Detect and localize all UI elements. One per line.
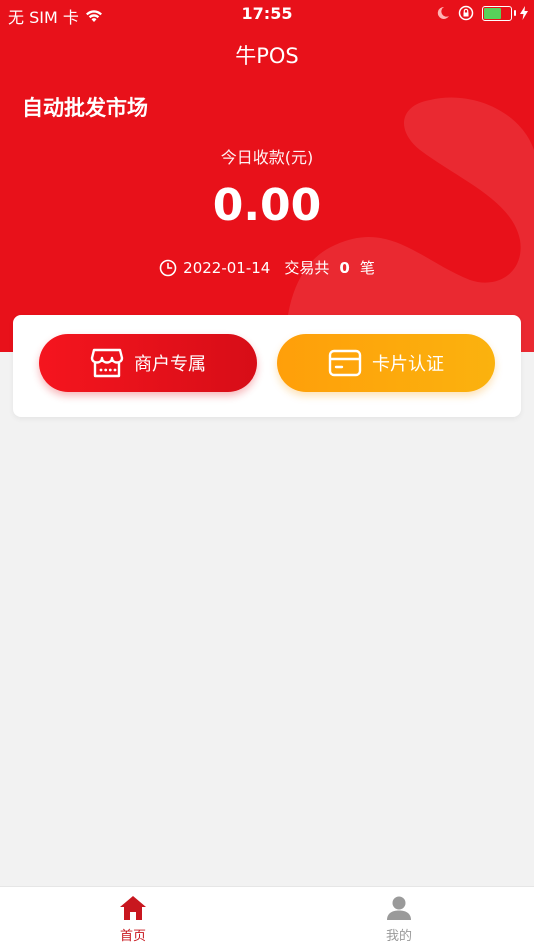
- today-income-label: 今日收款(元): [220, 148, 314, 167]
- tab-home-label: 首页: [119, 929, 146, 944]
- card-icon: [328, 349, 362, 377]
- store-icon: [90, 348, 124, 378]
- tab-mine-label: 我的: [385, 929, 412, 944]
- tab-home[interactable]: 首页: [73, 895, 193, 944]
- card-verify-label: 卡片认证: [372, 354, 444, 375]
- user-icon: [387, 896, 411, 920]
- card-verify-button[interactable]: 卡片认证: [277, 334, 495, 392]
- trade-suffix: 笔: [359, 259, 375, 277]
- action-card: 商户专属 卡片认证: [13, 315, 521, 417]
- today-amount: 0.00: [212, 180, 322, 231]
- moon-icon: [437, 6, 449, 19]
- app-title: 牛POS: [235, 44, 299, 68]
- charging-icon: [520, 6, 528, 20]
- merchant-exclusive-label: 商户专属: [134, 354, 206, 375]
- clock-icon: [159, 259, 177, 276]
- trade-count: 0: [339, 258, 350, 277]
- home-icon: [120, 896, 146, 920]
- rotation-lock-icon: [458, 5, 474, 21]
- trade-prefix: 交易共: [284, 259, 330, 277]
- summary-date: 2022-01-14: [183, 258, 271, 277]
- status-bar: 无 SIM 卡 17:55: [0, 0, 534, 28]
- battery-icon: [482, 5, 516, 21]
- transaction-summary: 2022-01-14 交易共 0 笔: [0, 257, 534, 278]
- tab-mine[interactable]: 我的: [339, 895, 459, 944]
- merchant-exclusive-button[interactable]: 商户专属: [39, 334, 257, 392]
- tab-bar: 首页 我的: [0, 886, 534, 951]
- header-banner: 无 SIM 卡 17:55 牛POS 自动批发市场 今日收款(元) 0.00 2…: [0, 0, 534, 352]
- merchant-name: 自动批发市场: [22, 96, 148, 120]
